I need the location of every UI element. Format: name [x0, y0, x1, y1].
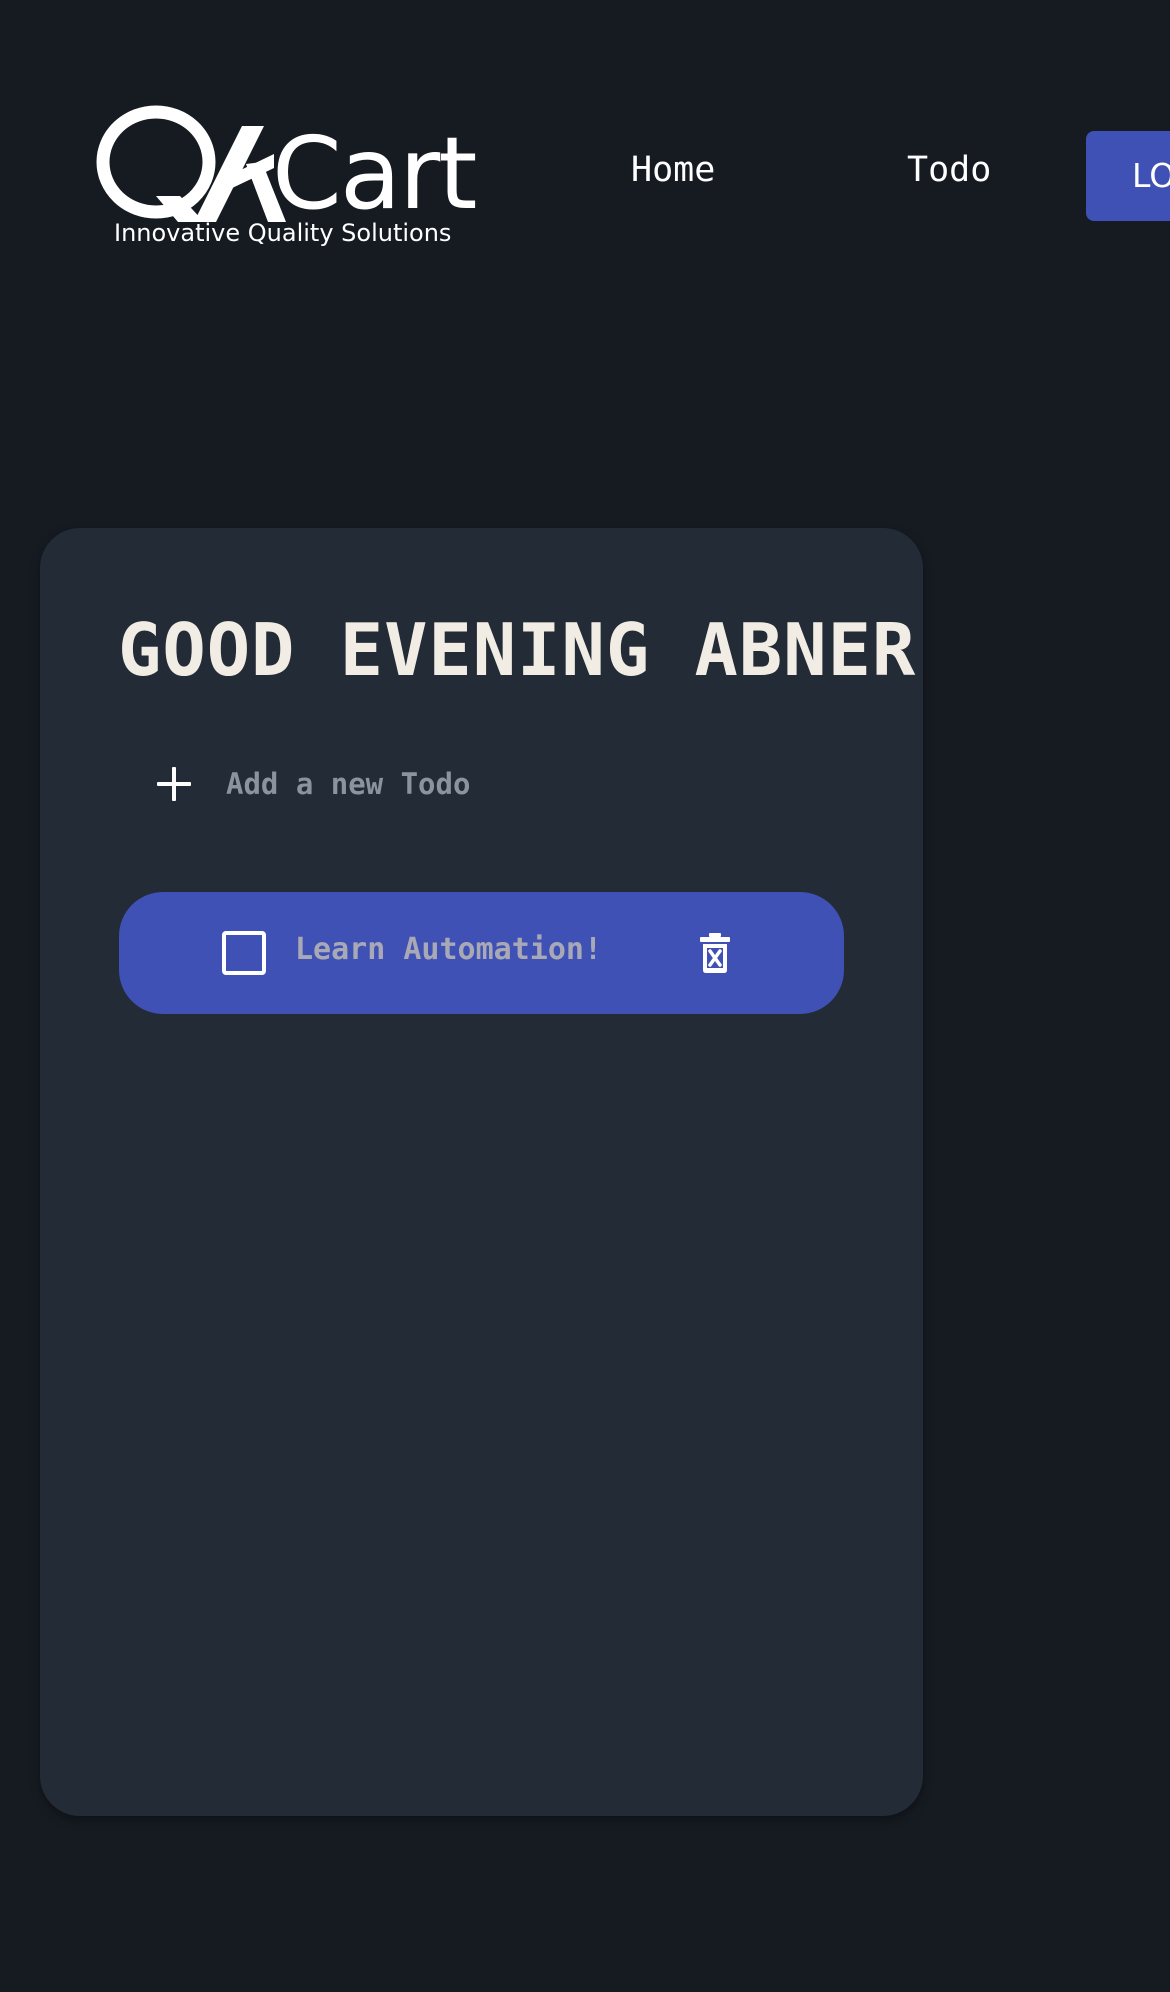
- todo-card: GOOD EVENING ABNER Learn Automation!: [40, 528, 923, 1816]
- nav-logout-button[interactable]: LO: [1086, 131, 1170, 221]
- logo-wordmark: Cart: [272, 115, 477, 232]
- todo-text: Learn Automation!: [295, 932, 603, 967]
- todo-item: Learn Automation!: [119, 892, 844, 1014]
- plus-icon[interactable]: [154, 764, 194, 804]
- new-todo-row: [150, 744, 830, 824]
- trash-icon[interactable]: [700, 933, 730, 973]
- new-todo-input[interactable]: [226, 767, 830, 801]
- logo-tagline: Innovative Quality Solutions: [114, 219, 452, 247]
- greeting-heading: GOOD EVENING ABNER: [118, 608, 917, 692]
- todo-checkbox[interactable]: [222, 931, 266, 975]
- page: Cart Innovative Quality Solutions Home T…: [0, 0, 1170, 1992]
- logo[interactable]: Cart Innovative Quality Solutions: [96, 104, 477, 254]
- nav-todo-link[interactable]: Todo: [907, 150, 991, 190]
- nav-home-link[interactable]: Home: [631, 150, 715, 190]
